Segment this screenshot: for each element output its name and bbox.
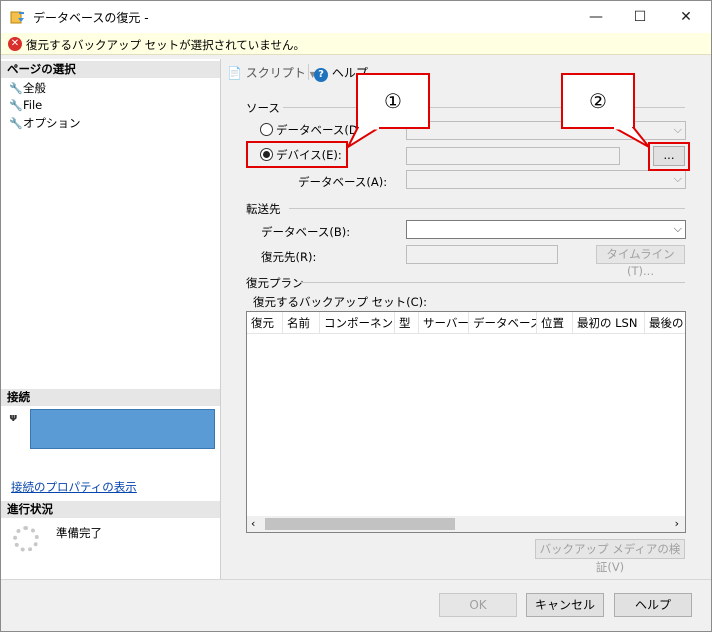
script-icon: 📄 [227, 66, 242, 80]
chevron-down-icon: ⌵ [673, 123, 682, 136]
browse-button-highlight [648, 142, 690, 171]
scrollbar-thumb[interactable] [265, 518, 455, 530]
callout-two: ② [561, 73, 635, 129]
grid-col-server[interactable]: サーバー [419, 312, 469, 334]
callout-one-pointer [346, 127, 382, 150]
connection-properties-link[interactable]: 接続のプロパティの表示 [11, 479, 137, 495]
progress-status: 準備完了 [56, 526, 102, 540]
grid-col-position[interactable]: 位置 [537, 312, 573, 334]
wrench-icon: 🔧 [9, 117, 23, 130]
restore-to-field[interactable] [406, 245, 558, 264]
page-item-file[interactable]: 🔧File [9, 97, 42, 113]
connection-info-box [30, 409, 215, 449]
grid-col-name[interactable]: 名前 [283, 312, 320, 334]
backup-sets-label: 復元するバックアップ セット(C): [253, 295, 428, 309]
device-database-dropdown[interactable]: ⌵ [406, 170, 686, 189]
grid-col-first-lsn[interactable]: 最初の LSN [573, 312, 645, 334]
device-radio-highlight [246, 141, 348, 168]
error-bar: ✕ 復元するバックアップ セットが選択されていません。 [1, 33, 711, 55]
title-bar: データベースの復元 - — ☐ ✕ [1, 1, 711, 33]
toolbar-separator [308, 64, 309, 80]
connection-header: 接続 [1, 389, 220, 406]
chevron-down-icon: ⌵ [673, 222, 682, 235]
script-label: スクリプト [245, 66, 306, 80]
progress-header: 進行状況 [1, 501, 220, 518]
destination-group-label: 転送先 [246, 202, 281, 216]
device-path-field[interactable] [406, 147, 620, 165]
page-item-label: 全般 [23, 81, 46, 95]
close-button[interactable]: ✕ [663, 1, 709, 33]
verify-backup-media-button[interactable]: バックアップ メディアの検証(V) [535, 539, 685, 574]
cancel-button[interactable]: キャンセル [526, 593, 604, 617]
window-title: データベースの復元 - [33, 11, 149, 25]
database-radio[interactable] [260, 123, 273, 136]
grid-col-last-lsn[interactable]: 最後の [645, 312, 685, 334]
restore-database-window: データベースの復元 - — ☐ ✕ ✕ 復元するバックアップ セットが選択されて… [0, 0, 712, 632]
destination-group-line [289, 208, 685, 209]
database-restore-icon [10, 11, 24, 24]
device-database-label: データベース(A): [298, 175, 388, 189]
help-icon: ? [314, 68, 328, 82]
chevron-down-icon: ⌵ [673, 172, 682, 185]
timeline-button[interactable]: タイムライン(T)... [596, 245, 685, 278]
server-connection-icon: ᴪ [9, 411, 18, 424]
source-group-label: ソース [246, 101, 280, 115]
restore-to-label: 復元先(R): [261, 250, 317, 264]
scroll-right-icon[interactable]: › [675, 517, 679, 530]
grid-col-component[interactable]: コンポーネント [320, 312, 395, 334]
error-message: 復元するバックアップ セットが選択されていません。 [26, 38, 305, 52]
page-item-general[interactable]: 🔧全般 [9, 80, 46, 96]
progress-spinner-icon [13, 526, 39, 552]
page-item-label: File [23, 98, 43, 112]
page-item-label: オプション [23, 116, 81, 130]
pages-header: ページの選択 [1, 61, 220, 78]
maximize-button[interactable]: ☐ [617, 1, 663, 33]
script-button[interactable]: 📄 スクリプト ▼ [227, 64, 316, 81]
scroll-left-icon[interactable]: ‹ [251, 517, 255, 530]
minimize-button[interactable]: — [573, 1, 619, 33]
grid-header: 復元 名前 コンポーネント 型 サーバー データベース 位置 最初の LSN 最… [247, 312, 685, 334]
restore-plan-group-label: 復元プラン [246, 276, 304, 290]
help-button[interactable]: ヘルプ [614, 593, 692, 617]
wrench-icon: 🔧 [9, 82, 23, 95]
destination-database-label: データベース(B): [261, 225, 351, 239]
grid-col-restore[interactable]: 復元 [247, 312, 283, 334]
restore-plan-group-line [301, 282, 685, 283]
left-panel: ページの選択 🔧全般 🔧File 🔧オプション 接続 ᴪ 接続のプロパティの表示… [1, 59, 221, 579]
backup-sets-grid[interactable]: 復元 名前 コンポーネント 型 サーバー データベース 位置 最初の LSN 最… [246, 311, 686, 533]
error-icon: ✕ [8, 37, 22, 51]
page-item-options[interactable]: 🔧オプション [9, 115, 81, 131]
destination-database-dropdown[interactable]: ⌵ [406, 220, 686, 239]
callout-one: ① [356, 73, 430, 129]
wrench-icon: 🔧 [9, 99, 23, 112]
callout-two-pointer [610, 127, 650, 148]
horizontal-scrollbar[interactable]: ‹ › [247, 516, 685, 532]
ok-button[interactable]: OK [439, 593, 517, 617]
grid-col-type[interactable]: 型 [395, 312, 419, 334]
grid-col-database[interactable]: データベース [469, 312, 537, 334]
dialog-footer: OK キャンセル ヘルプ [1, 579, 711, 631]
